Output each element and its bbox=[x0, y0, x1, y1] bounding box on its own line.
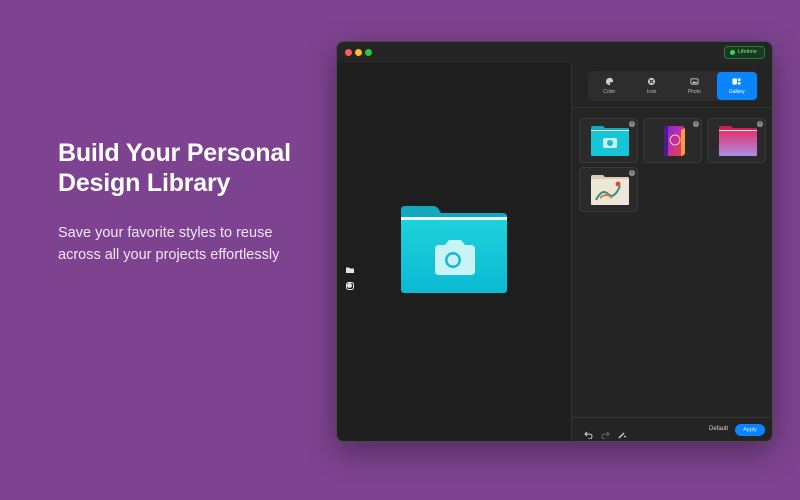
default-button[interactable]: Default bbox=[709, 426, 728, 432]
app-window: Lifetime Color Icon Photo Gallery × × × … bbox=[336, 41, 773, 442]
headline-line-1: Build Your Personal bbox=[58, 139, 291, 167]
icon-icon bbox=[648, 77, 656, 86]
close-window-button[interactable] bbox=[345, 49, 352, 56]
tab-label: Photo bbox=[687, 89, 701, 95]
tab-bar: Color Icon Photo Gallery bbox=[588, 71, 758, 101]
footer-tools bbox=[584, 426, 627, 440]
zoom-window-button[interactable] bbox=[365, 49, 372, 56]
subtext-line-1: Save your favorite styles to reuse bbox=[58, 225, 273, 241]
side-toolbar bbox=[346, 261, 354, 293]
gallery-item-illustration-folder[interactable]: × bbox=[579, 167, 638, 212]
tab-label: Gallery bbox=[728, 89, 745, 95]
tab-color[interactable]: Color bbox=[589, 72, 630, 100]
preview-canvas bbox=[337, 63, 571, 441]
remove-item-icon[interactable]: × bbox=[693, 121, 699, 127]
gallery-item-cyan-camera-folder[interactable]: × bbox=[579, 118, 638, 163]
gallery-icon bbox=[732, 78, 741, 85]
folder-preview-icon bbox=[399, 204, 509, 294]
lifetime-badge[interactable]: Lifetime bbox=[723, 46, 765, 59]
mask-icon[interactable] bbox=[346, 277, 354, 290]
pink-folder-icon bbox=[719, 126, 757, 156]
badge-label: Lifetime bbox=[737, 49, 757, 55]
palette-icon bbox=[605, 77, 613, 86]
purple-book-icon bbox=[664, 126, 685, 156]
tab-icon[interactable]: Icon bbox=[632, 72, 673, 100]
tab-label: Color bbox=[603, 89, 616, 95]
marketing-subtext: Save your favorite styles to reuse acros… bbox=[58, 222, 308, 266]
undo-icon[interactable] bbox=[584, 426, 593, 440]
folder-icon[interactable] bbox=[346, 261, 354, 273]
tab-photo[interactable]: Photo bbox=[674, 72, 715, 100]
inspector-panel: Color Icon Photo Gallery × × × × Default… bbox=[571, 63, 772, 441]
tab-label: Icon bbox=[647, 89, 657, 95]
redo-icon[interactable] bbox=[601, 426, 610, 440]
panel-footer: Default Apply bbox=[572, 417, 772, 441]
gallery-item-pink-gradient-folder[interactable]: × bbox=[707, 118, 766, 163]
panel-divider bbox=[572, 107, 772, 108]
marketing-headline: Build Your Personal Design Library bbox=[58, 138, 308, 198]
magic-brush-icon[interactable] bbox=[618, 426, 627, 439]
apply-button[interactable]: Apply bbox=[735, 424, 765, 436]
gallery-item-purple-book-folder[interactable]: × bbox=[643, 118, 702, 163]
tab-gallery[interactable]: Gallery bbox=[716, 72, 757, 100]
photo-icon bbox=[690, 78, 699, 85]
cyan-folder-icon bbox=[591, 126, 629, 156]
minimize-window-button[interactable] bbox=[355, 49, 362, 56]
title-bar: Lifetime bbox=[337, 42, 772, 63]
headline-line-2: Design Library bbox=[58, 169, 231, 197]
illustration-folder-icon bbox=[591, 175, 629, 205]
subtext-line-2: across all your projects effortlessly bbox=[58, 247, 280, 263]
status-dot-icon bbox=[729, 50, 735, 55]
